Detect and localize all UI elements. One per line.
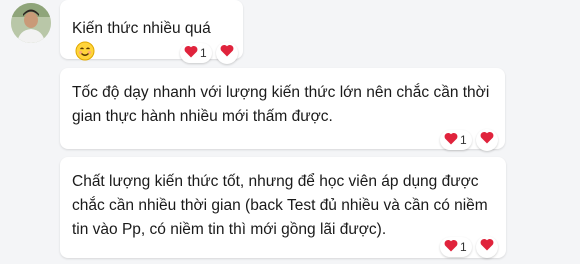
heart-icon	[220, 44, 234, 62]
heart-icon	[184, 45, 198, 61]
heart-icon	[480, 131, 494, 149]
reaction-count: 1	[460, 133, 467, 147]
heart-icon	[444, 239, 458, 255]
reaction-summary[interactable]: 1	[180, 43, 212, 63]
reaction-count: 1	[200, 46, 207, 60]
reaction-count: 1	[460, 240, 467, 254]
smiling-face-emoji-icon	[75, 41, 95, 69]
message-reactions: 1	[180, 42, 238, 64]
heart-icon	[444, 132, 458, 148]
avatar[interactable]	[11, 3, 51, 43]
react-heart-button[interactable]	[475, 236, 498, 258]
message-text: Tốc độ dạy nhanh với lượng kiến thức lớn…	[72, 84, 490, 125]
chat-thread: Kiến thức nhiều quá 1 Tốc độ dạy nhanh v…	[0, 0, 580, 264]
message-bubble[interactable]: Tốc độ dạy nhanh với lượng kiến thức lớn…	[60, 68, 505, 149]
message-reactions: 1	[440, 129, 498, 151]
react-heart-button[interactable]	[475, 129, 498, 151]
reaction-summary[interactable]: 1	[440, 237, 472, 257]
react-heart-button[interactable]	[215, 42, 238, 64]
heart-icon	[480, 238, 494, 256]
reaction-summary[interactable]: 1	[440, 130, 472, 150]
message-reactions: 1	[440, 236, 498, 258]
message-text: Chất lượng kiến thức tốt, nhưng để học v…	[72, 173, 488, 238]
